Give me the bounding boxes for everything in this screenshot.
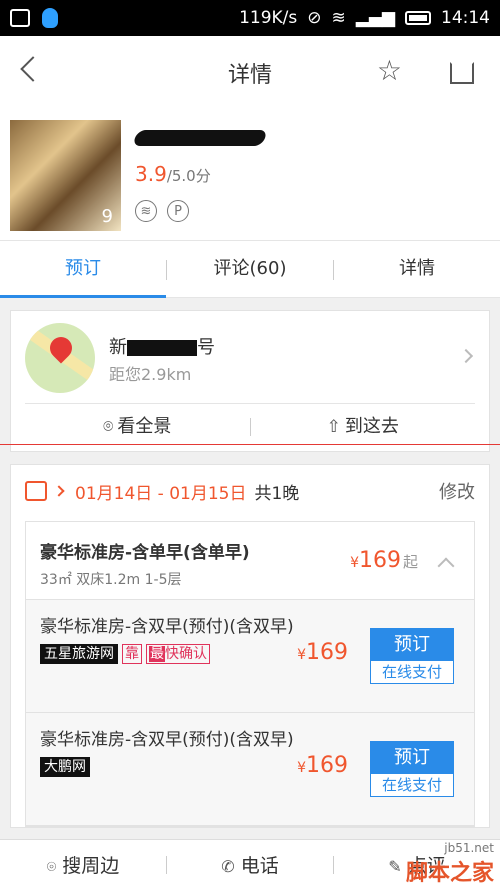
hotel-name-redacted bbox=[132, 130, 268, 146]
redaction bbox=[127, 340, 197, 356]
hotel-summary: 9 3.9/5.0分 ≋ P bbox=[0, 110, 500, 240]
room-offer: 豪华标准房-含双早(预付)(含双早) 五星旅游网 靠 最快确认 ¥169 预订 … bbox=[26, 600, 474, 713]
network-speed: 119K/s bbox=[239, 8, 298, 28]
clock: 14:14 bbox=[441, 8, 490, 28]
tab-booking[interactable]: 预订 bbox=[0, 241, 166, 298]
pay-online-label: 在线支付 bbox=[381, 776, 442, 794]
nights-count: 共1晚 bbox=[254, 483, 300, 504]
modify-dates-button[interactable]: 修改 bbox=[439, 478, 475, 504]
divider-line bbox=[0, 444, 500, 445]
phone-icon: ✆ bbox=[221, 857, 235, 876]
hotel-photo[interactable]: 9 bbox=[10, 120, 121, 231]
book-button[interactable]: 预订 在线支付 bbox=[370, 741, 454, 797]
wifi-facility-icon: ≋ bbox=[135, 200, 157, 222]
wifi-icon: ≋ bbox=[331, 8, 346, 28]
share-icon[interactable] bbox=[450, 62, 474, 84]
date-row[interactable]: 01月14日 - 01月15日 共1晚 修改 bbox=[25, 465, 475, 517]
fast-confirm-tag: 最快确认 bbox=[146, 644, 210, 664]
mute-icon: ⊘ bbox=[307, 8, 322, 28]
tab-bar: 预订 评论(60) 详情 bbox=[0, 240, 500, 298]
page-title: 详情 bbox=[227, 63, 272, 88]
offer-name: 豪华标准房-含双早(预付)(含双早) bbox=[40, 730, 294, 750]
offer-source: 五星旅游网 bbox=[40, 644, 118, 664]
tab-reviews[interactable]: 评论(60) bbox=[167, 241, 333, 297]
route-arrow-icon: ⇧ bbox=[326, 417, 341, 437]
chevron-right-icon bbox=[53, 485, 65, 497]
watermark: jb51.net 脚本之家 bbox=[405, 841, 494, 886]
status-bar: 119K/s ⊘ ≋ ▂▄▆ 14:14 bbox=[0, 0, 500, 36]
signal-icon: ▂▄▆ bbox=[355, 8, 395, 28]
hotel-address: 新号 bbox=[109, 337, 215, 358]
tab-details[interactable]: 详情 bbox=[334, 241, 500, 297]
booking-card: 01月14日 - 01月15日 共1晚 修改 豪华标准房-含单早(含单早) 33… bbox=[10, 464, 490, 828]
gallery-icon bbox=[10, 9, 30, 27]
book-label: 预订 bbox=[371, 629, 453, 661]
reliable-tag: 靠 bbox=[122, 644, 142, 664]
rating-score: 3.9 bbox=[135, 162, 167, 186]
pay-online-label: 在线支付 bbox=[381, 663, 442, 681]
edit-icon: ✎ bbox=[388, 857, 402, 876]
photo-count: 9 bbox=[101, 206, 113, 227]
room-price: ¥169 起 bbox=[350, 548, 418, 573]
map-pin-icon bbox=[25, 323, 95, 393]
room-type-group: 豪华标准房-含单早(含单早) 33㎡ 双床1.2m 1-5层 ¥169 起 豪华标… bbox=[25, 521, 475, 827]
location-pin-icon: ⌾ bbox=[103, 417, 114, 437]
book-label: 预订 bbox=[371, 742, 453, 774]
chevron-right-icon bbox=[458, 348, 474, 364]
location-pin-icon: ⌾ bbox=[46, 857, 57, 876]
room-offer: 豪华标准房-含双早(预付)(含双早) 大鹏网 ¥169 预订 在线支付 bbox=[26, 713, 474, 826]
offer-source: 大鹏网 bbox=[40, 757, 90, 777]
offer-name: 豪华标准房-含双早(预付)(含双早) bbox=[40, 617, 294, 637]
room-type-header[interactable]: 豪华标准房-含单早(含单早) 33㎡ 双床1.2m 1-5层 ¥169 起 bbox=[26, 522, 474, 600]
book-button[interactable]: 预订 在线支付 bbox=[370, 628, 454, 684]
rating-max: /5.0分 bbox=[166, 167, 211, 185]
call-button[interactable]: ✆ 电话 bbox=[167, 851, 333, 878]
hotel-rating: 3.9/5.0分 bbox=[135, 162, 265, 186]
offer-price: ¥169 bbox=[297, 640, 348, 665]
calendar-icon bbox=[25, 481, 47, 501]
offer-price: ¥169 bbox=[297, 753, 348, 778]
battery-icon bbox=[405, 11, 431, 25]
search-nearby-button[interactable]: ⌾ 搜周边 bbox=[0, 851, 166, 878]
parking-facility-icon: P bbox=[167, 200, 189, 222]
qq-icon bbox=[42, 8, 58, 28]
stay-dates: 01月14日 - 01月15日 bbox=[75, 483, 247, 504]
nav-bar: 详情 ☆ bbox=[0, 36, 500, 110]
location-card[interactable]: 新号 距您2.9km ⌾ 看全景 ⇧ 到这去 bbox=[10, 310, 490, 452]
favorite-star-icon[interactable]: ☆ bbox=[377, 54, 402, 87]
distance: 距您2.9km bbox=[109, 365, 192, 384]
